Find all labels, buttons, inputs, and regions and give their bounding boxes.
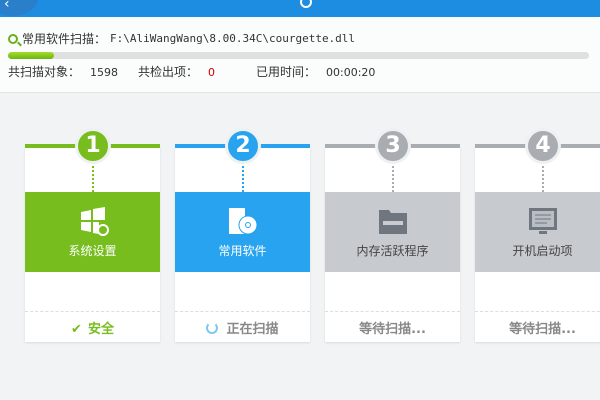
- step-connector: [242, 166, 244, 192]
- back-button[interactable]: ‹: [0, 0, 38, 16]
- step-block: 内存活跃程序: [325, 192, 460, 272]
- step-status: ✔ 安全: [25, 318, 160, 337]
- scan-step-card: 2 常用软件 正在扫描: [175, 128, 310, 342]
- step-number: 4: [525, 128, 561, 164]
- scan-info-panel: 常用软件扫描： F:\AliWangWang\8.00.34C\courgette…: [0, 17, 600, 93]
- scan-step-card: 1 系统设置 ✔ 安全: [25, 128, 160, 342]
- back-arrow-icon: ‹: [4, 0, 10, 12]
- title-bar: ‹: [0, 0, 600, 17]
- step-status: 等待扫描...: [475, 318, 600, 337]
- step-number: 2: [225, 128, 261, 164]
- stat-value: 1598: [90, 66, 119, 79]
- step-status: 等待扫描...: [325, 318, 460, 337]
- scan-path: F:\AliWangWang\8.00.34C\courgette.dll: [110, 32, 356, 45]
- step-connector: [92, 166, 94, 192]
- scan-label: 常用软件扫描：: [22, 32, 107, 46]
- search-icon: [8, 33, 18, 44]
- step-status-text: 安全: [87, 322, 114, 337]
- software-disc-icon: [227, 206, 259, 236]
- step-status-text: 等待扫描...: [359, 322, 426, 337]
- stat-value: 00:00:20: [326, 66, 376, 79]
- step-block: 开机启动项: [475, 192, 600, 272]
- step-label: 常用软件: [218, 244, 267, 258]
- stat-time: 已用时间： 00:00:20: [256, 63, 375, 80]
- progress-fill: [8, 52, 55, 59]
- divider: [475, 311, 600, 312]
- scan-progress-bar: [8, 52, 589, 59]
- step-block: 常用软件: [175, 192, 310, 272]
- divider: [325, 311, 460, 312]
- divider: [175, 311, 310, 312]
- stat-value: 0: [208, 66, 216, 79]
- step-block: 系统设置: [25, 192, 160, 272]
- memory-folder-icon: [377, 206, 409, 236]
- windows-gear-icon: [77, 206, 109, 236]
- step-status: 正在扫描: [175, 318, 310, 337]
- step-connector: [542, 166, 544, 192]
- scan-step-card: 3 内存活跃程序 等待扫描...: [325, 128, 460, 342]
- step-label: 内存活跃程序: [356, 244, 429, 258]
- stat-objects: 共扫描对象： 1598: [8, 63, 118, 80]
- current-scan: 常用软件扫描： F:\AliWangWang\8.00.34C\courgette…: [8, 30, 355, 47]
- spinner-icon: [206, 322, 219, 334]
- startup-monitor-icon: [527, 206, 559, 236]
- stat-label: 共检出项：: [138, 65, 199, 79]
- scan-step-card: 4 开机启动项 等待扫描...: [475, 128, 600, 342]
- step-status-text: 等待扫描...: [509, 322, 576, 337]
- step-label: 开机启动项: [512, 244, 573, 258]
- step-status-text: 正在扫描: [226, 322, 279, 337]
- check-icon: ✔: [71, 322, 82, 337]
- stat-found: 共检出项： 0: [138, 63, 215, 80]
- step-number: 3: [375, 128, 411, 164]
- step-number: 1: [75, 128, 111, 164]
- step-connector: [392, 166, 394, 192]
- stat-label: 共扫描对象：: [8, 65, 81, 79]
- stat-label: 已用时间：: [256, 65, 317, 79]
- shield-icon: [300, 0, 312, 8]
- divider: [25, 311, 160, 312]
- step-label: 系统设置: [68, 244, 117, 258]
